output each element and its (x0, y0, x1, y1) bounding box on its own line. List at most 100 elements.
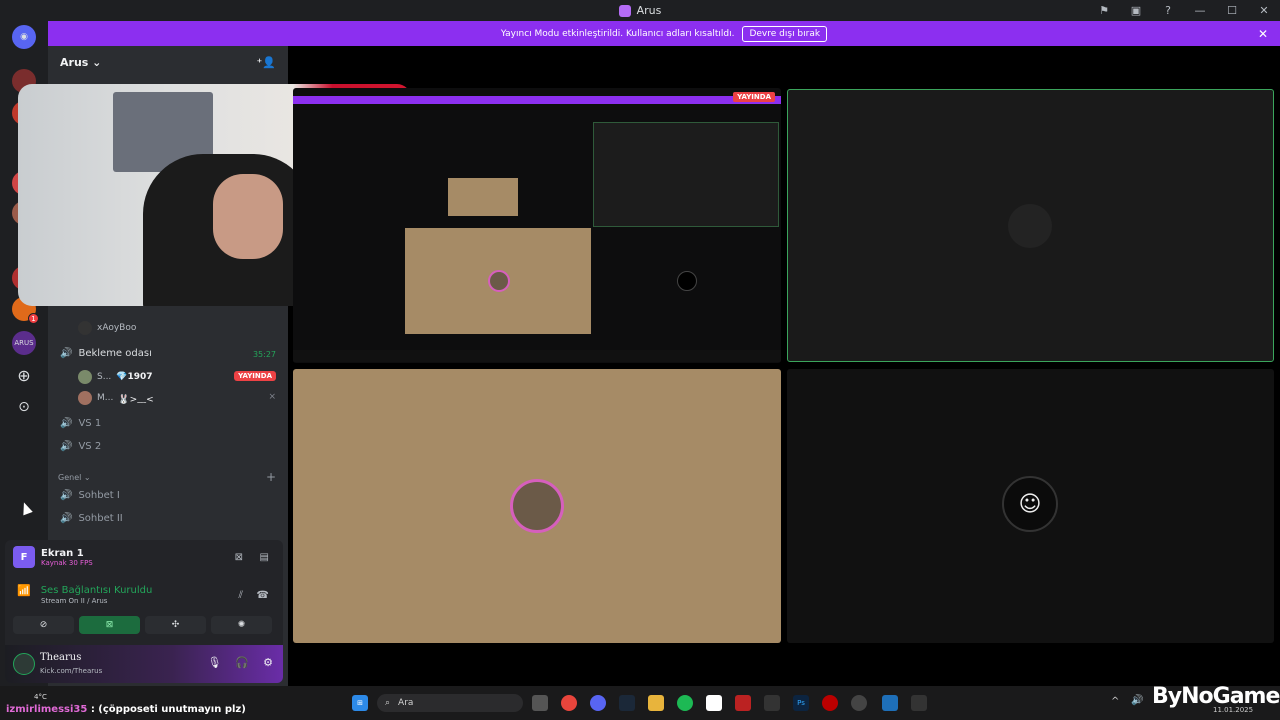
user-status: Kick.com/Thearus (40, 667, 103, 675)
steam-icon[interactable] (619, 695, 635, 711)
voice-user[interactable]: S... 💎1907 (78, 370, 153, 384)
maximize-button[interactable]: ☐ (1216, 4, 1248, 17)
camera-toggle-button[interactable]: ⊘ (13, 616, 74, 634)
guild-name: Arus ⌄ (60, 55, 102, 69)
connection-title[interactable]: Ses Bağlantısı Kuruldu (41, 585, 153, 596)
minimize-button[interactable]: — (1184, 4, 1216, 17)
channel-timer: 35:27 (252, 350, 276, 359)
popout-icon[interactable]: ▤ (260, 552, 269, 563)
voice-user-name: M... (97, 393, 114, 403)
headphones-icon[interactable]: 🎧 (235, 656, 249, 669)
capcut-icon[interactable] (706, 695, 722, 711)
app-icon[interactable] (822, 695, 838, 711)
app-icon[interactable] (882, 695, 898, 711)
epic-games-icon[interactable] (764, 695, 780, 711)
discord-icon[interactable] (590, 695, 606, 711)
folder-icon[interactable] (648, 695, 664, 711)
banner-close-icon[interactable]: ✕ (1258, 27, 1268, 41)
avatar (78, 391, 92, 405)
discord-home-icon[interactable]: ◉ (12, 25, 36, 49)
chat-message: : (çöpposeti unutmayın plz) (87, 704, 246, 715)
window-title: Arus (618, 4, 662, 17)
inbox-icon[interactable]: ⚑ (1088, 4, 1120, 17)
noise-suppression-icon[interactable]: ⫽ (239, 590, 243, 601)
voice-user[interactable]: xAoyBoo (78, 321, 136, 335)
search-placeholder: Ara (398, 698, 414, 708)
add-channel-icon[interactable]: + (266, 470, 276, 484)
voice-connection-status: 📶 Ses Bağlantısı Kuruldu Stream On II / … (17, 584, 152, 605)
nested-taskbar (293, 350, 781, 362)
nested-brown-tile (448, 178, 518, 216)
discover-icon[interactable]: ⊙ (12, 395, 36, 419)
voice-channel-icon: 🔊 (60, 441, 73, 452)
channel-name: Sohbet I (78, 490, 120, 501)
start-icon[interactable]: ⊞ (352, 695, 368, 711)
voice-channel-icon: 🔊 (60, 490, 73, 501)
window-controls: ⚑ ▣ ? — ☐ ✕ (1088, 0, 1280, 21)
disable-streamer-mode-button[interactable]: Devre dışı bırak (742, 25, 828, 42)
search-icon: ⌕ (385, 698, 391, 708)
taskbar-search[interactable]: ⌕ Ara (377, 694, 523, 712)
mini-banner (293, 96, 781, 104)
voice-channel-vs2[interactable]: 🔊 VS 2 (60, 441, 101, 452)
stop-share-icon[interactable]: ⊠ (235, 552, 243, 563)
chrome-icon[interactable] (561, 695, 577, 711)
chat-username: izmirlimessi35 (6, 704, 88, 715)
voice-user-tag: 💎1907 (116, 372, 153, 382)
connection-channel: Stream On II / Arus (41, 597, 108, 605)
channel-name: Sohbet II (78, 513, 123, 524)
voice-channel-icon: 🔊 (60, 513, 73, 524)
server-arus-icon[interactable]: ARUS (12, 331, 36, 355)
window-titlebar: Arus ⚑ ▣ ? — ☐ ✕ (0, 0, 1280, 21)
avatar (510, 479, 564, 533)
tray-chevron-icon[interactable]: ^ (1111, 696, 1119, 707)
spotify-icon[interactable] (677, 695, 693, 711)
weather-temp: 4°C (34, 693, 47, 701)
tray-date: 11.01.2025 (1213, 706, 1254, 714)
screen-share-tile[interactable]: YAYINDA (293, 88, 781, 363)
screen-share-title: Ekran 1 (41, 547, 84, 559)
voice-channel-sohbet2[interactable]: 🔊 Sohbet II (60, 513, 123, 524)
voice-user-name: S... (97, 372, 112, 382)
arus-logo-icon (618, 4, 631, 17)
volume-icon[interactable]: 🔊 (1131, 695, 1143, 706)
voice-channel-waiting-room[interactable]: 🔊 Bekleme odası (60, 348, 152, 359)
add-server-icon[interactable]: ⊕ (12, 363, 36, 387)
voicemeeter-icon[interactable] (735, 695, 751, 711)
voice-panel: F Ekran 1 Kaynak 30 FPS ⊠ ▤ 📶 Ses Bağlan… (5, 540, 283, 683)
window-title-text: Arus (636, 4, 662, 17)
voice-channel-sohbet1[interactable]: 🔊 Sohbet I (60, 490, 120, 501)
avatar[interactable] (13, 653, 35, 675)
voice-user-name: xAoyBoo (97, 323, 137, 333)
deafened-icon: ⨯ (268, 392, 276, 402)
guild-header[interactable]: Arus ⌄ ⁺👤 (48, 46, 288, 78)
disconnect-icon[interactable]: ☎ (257, 590, 269, 601)
participant-tile-speaking[interactable] (787, 89, 1274, 362)
microphone-icon[interactable]: 🎙 (207, 656, 221, 669)
participant-tile[interactable] (293, 369, 781, 643)
voice-channel-icon: 🔊 (60, 418, 73, 429)
monitor-icon[interactable]: ▣ (1120, 4, 1152, 17)
screen-share-source: Kaynak 30 FPS (41, 558, 93, 567)
invite-icon[interactable]: ⁺👤 (256, 56, 276, 69)
voice-user[interactable]: M... 🐰>﹏< (78, 391, 154, 405)
category-header[interactable]: Genel ⌄ (58, 473, 91, 482)
screen-share-icon: F (13, 546, 35, 568)
activities-button[interactable]: ✣ (145, 616, 206, 634)
obs-icon[interactable] (851, 695, 867, 711)
calculator-icon[interactable] (911, 695, 927, 711)
live-badge: YAYINDA (733, 92, 775, 102)
settings-gear-icon[interactable]: ⚙ (263, 656, 273, 669)
mini-avatar (677, 271, 697, 291)
avatar: ☺ (1002, 476, 1058, 532)
task-view-icon[interactable] (532, 695, 548, 711)
photoshop-icon[interactable]: Ps (793, 695, 809, 711)
voice-channel-vs1[interactable]: 🔊 VS 1 (60, 418, 101, 429)
screen-share-button[interactable]: ⊠ (79, 616, 140, 634)
soundboard-button[interactable]: ✺ (211, 616, 272, 634)
participant-tile[interactable]: ☺ (787, 369, 1274, 643)
signal-icon: 📶 (17, 584, 31, 597)
channel-name: VS 2 (78, 441, 102, 452)
help-icon[interactable]: ? (1152, 4, 1184, 17)
close-window-button[interactable]: ✕ (1248, 4, 1280, 17)
